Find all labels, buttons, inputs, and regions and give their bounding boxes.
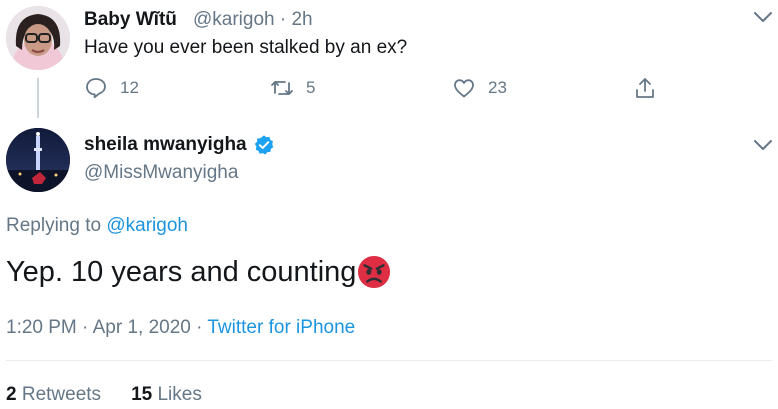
reply-icon (86, 78, 106, 99)
tweet-meta: 1:20 PM · Apr 1, 2020 · Twitter for iPho… (6, 317, 355, 339)
replying-to: Replying to @karigoh (6, 215, 188, 237)
angry-face-emoji (358, 255, 391, 289)
share-icon (636, 78, 654, 98)
retweets-label: Retweets (21, 384, 102, 405)
parent-handle-time[interactable]: @karigoh · 2h (193, 9, 313, 31)
retweet-icon (271, 81, 293, 95)
parent-tweet-text: Have you ever been stalked by an ex? (84, 37, 408, 58)
likes-label: Likes (157, 384, 202, 405)
reply-button[interactable]: 12 (84, 76, 139, 100)
share-button[interactable] (633, 76, 657, 100)
tweet-source-link[interactable]: Twitter for iPhone (207, 317, 355, 338)
reply-author[interactable]: sheila mwanyigha (84, 134, 275, 156)
reply-handle[interactable]: @MissMwanyigha (84, 162, 238, 184)
retweet-button[interactable]: 5 (270, 76, 315, 100)
retweet-count: 5 (306, 78, 316, 97)
parent-menu-button[interactable] (752, 10, 774, 29)
retweets-count: 2 (6, 384, 17, 405)
reply-menu-button[interactable] (752, 138, 774, 157)
reply-count: 12 (120, 78, 139, 97)
reply-display-name[interactable]: sheila mwanyigha (84, 134, 247, 156)
likes-count: 15 (131, 384, 153, 405)
chevron-down-icon (754, 140, 772, 150)
divider (6, 360, 772, 361)
chevron-down-icon (754, 12, 772, 22)
reply-tweet-text-container: Yep. 10 years and counting (6, 255, 391, 289)
tweet-timestamp[interactable]: 1:20 PM · Apr 1, 2020 · (6, 317, 207, 338)
verified-badge-icon (254, 135, 273, 155)
like-button[interactable]: 23 (452, 76, 507, 100)
replying-prefix: Replying to (6, 215, 102, 236)
parent-avatar[interactable] (6, 6, 70, 70)
like-icon (454, 79, 474, 98)
like-count: 23 (488, 78, 507, 97)
retweets-stat[interactable]: 2 Retweets (6, 384, 101, 406)
thread-line (37, 78, 39, 118)
tweet-stats: 2 Retweets 15 Likes (6, 384, 232, 406)
likes-stat[interactable]: 15 Likes (131, 384, 202, 406)
reply-avatar[interactable] (6, 128, 70, 192)
reply-tweet-text: Yep. 10 years and counting (6, 255, 357, 288)
replying-mention-link[interactable]: @karigoh (106, 215, 188, 236)
parent-display-name[interactable]: Baby Wĩtũ (84, 9, 177, 31)
